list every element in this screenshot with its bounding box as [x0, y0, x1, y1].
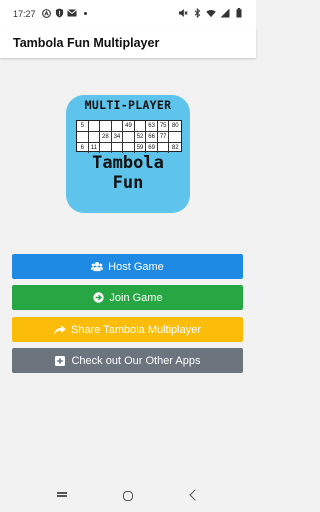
battery-icon — [234, 8, 244, 18]
ticket-cell — [123, 143, 135, 153]
ticket-cell: 82 — [171, 145, 179, 151]
share-label: Share Tambola Multiplayer — [70, 323, 202, 336]
navigation-bar — [0, 480, 256, 512]
app-bar: Tambola Fun Multiplayer — [0, 28, 256, 58]
ticket-cell: 59 — [135, 143, 147, 153]
ticket-cell: 80 — [169, 121, 181, 132]
ticket-cell — [100, 121, 112, 132]
app-logo: MULTI-PLAYER 5 49 63 75 80 28 34 52 66 77 6 11 59 69 8… — [66, 95, 190, 213]
notification-a-icon — [41, 8, 51, 18]
other-apps-button[interactable]: Check out Our Other Apps — [12, 348, 243, 373]
ticket-cell: 49 — [123, 121, 135, 132]
users-icon — [91, 261, 104, 273]
ticket-cell: 69 — [146, 143, 158, 153]
ticket-cell: 75 — [157, 121, 170, 132]
ticket-cell: 63 — [146, 121, 158, 132]
other-apps-label: Check out Our Other Apps — [71, 354, 201, 367]
mute-icon — [178, 8, 188, 18]
join-game-label: Join Game — [109, 291, 163, 304]
signal-icon — [220, 8, 230, 18]
ticket-cell: 52 — [134, 132, 147, 143]
tambola-ticket: 5 49 63 75 80 28 34 52 66 77 6 11 59 69 82 — [76, 120, 182, 153]
ticket-cell: 34 — [111, 132, 124, 143]
status-time: 17:27 — [13, 9, 36, 19]
app-title: Tambola Fun Multiplayer — [13, 36, 160, 50]
ticket-cell — [158, 143, 170, 153]
ticket-cell — [77, 132, 89, 143]
ticket-cell: 11 — [89, 143, 101, 153]
arrow-circle-right-icon — [92, 292, 104, 304]
share-arrow-icon — [54, 324, 66, 336]
ticket-cell — [134, 121, 147, 132]
plus-square-icon — [54, 355, 66, 367]
ticket-cell: 28 — [100, 132, 112, 143]
recent-apps-icon[interactable] — [57, 492, 67, 497]
ticket-cell — [123, 132, 135, 143]
host-game-button[interactable]: Host Game — [12, 254, 243, 279]
host-game-label: Host Game — [108, 260, 164, 273]
status-bar: 17:27 — [0, 0, 256, 28]
ticket-cell — [112, 143, 124, 153]
ticket-cell: 5 — [77, 121, 89, 132]
logo-top-text: MULTI-PLAYER — [84, 98, 172, 112]
ticket-cell — [100, 143, 112, 153]
wifi-icon — [206, 8, 216, 18]
more-dot-icon — [80, 8, 90, 18]
shield-alert-icon — [54, 8, 64, 18]
ticket-cell — [111, 121, 124, 132]
ticket-cell: 77 — [157, 132, 170, 143]
ticket-cell — [88, 132, 101, 143]
home-icon[interactable] — [123, 491, 133, 501]
ticket-cell: 66 — [146, 132, 158, 143]
share-button[interactable]: Share Tambola Multiplayer — [12, 317, 243, 342]
mail-icon — [67, 8, 77, 18]
ticket-cell — [88, 121, 101, 132]
bluetooth-icon — [192, 8, 202, 18]
logo-word-fun: Fun — [112, 173, 144, 193]
join-game-button[interactable]: Join Game — [12, 285, 243, 310]
back-icon[interactable] — [189, 489, 201, 501]
ticket-cell — [169, 132, 181, 143]
ticket-cell: 6 — [77, 143, 89, 153]
logo-word-tambola: Tambola — [92, 153, 164, 173]
